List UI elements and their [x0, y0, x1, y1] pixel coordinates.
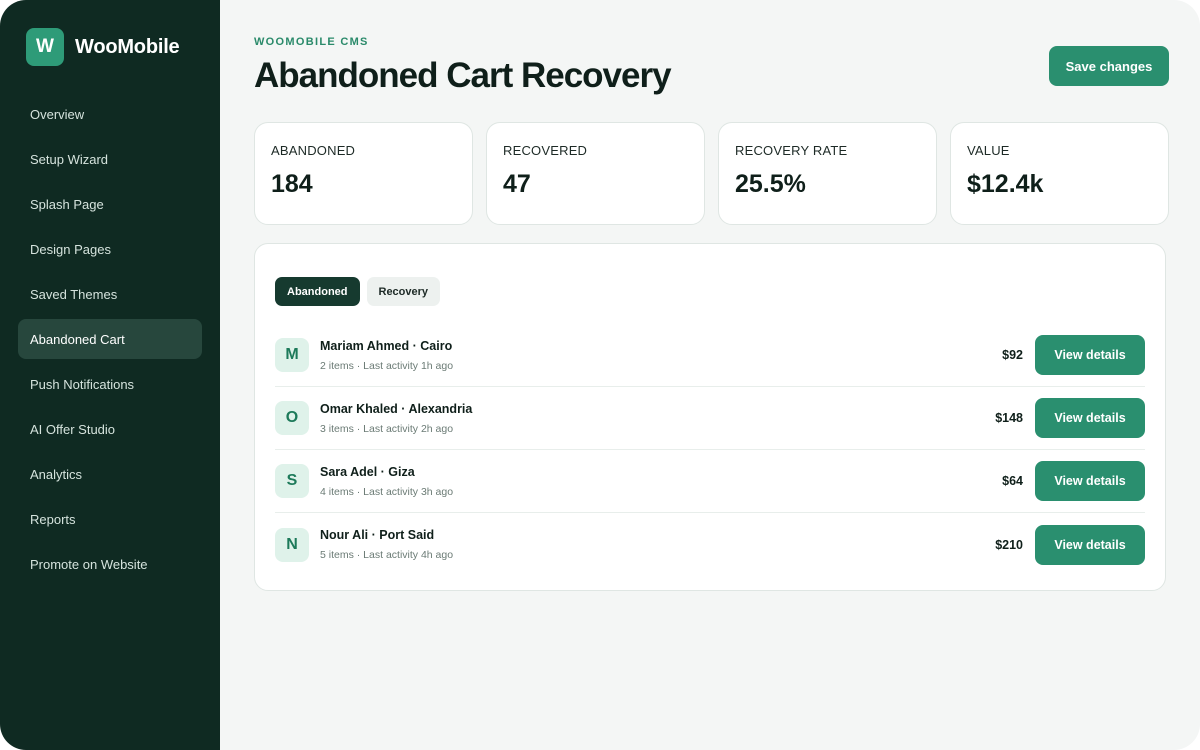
stat-label: RECOVERY RATE: [735, 143, 848, 158]
sidebar-item-splash-page[interactable]: Splash Page: [18, 184, 202, 224]
list-item: O Omar Khaled · Alexandria 3 items · Las…: [275, 387, 1145, 450]
sidebar-item-analytics[interactable]: Analytics: [18, 454, 202, 494]
stat-card-abandoned: ABANDONED 184: [254, 122, 473, 225]
cart-amount: $64: [1002, 474, 1023, 488]
customer-info: Omar Khaled · Alexandria 3 items · Last …: [320, 402, 995, 435]
stat-card-value: VALUE $12.4k: [950, 122, 1169, 225]
page-eyebrow: WOOMOBILE CMS: [254, 36, 369, 48]
stat-label: ABANDONED: [271, 143, 356, 158]
avatar: M: [275, 338, 309, 372]
avatar: O: [275, 401, 309, 435]
cart-meta: 4 items · Last activity 3h ago: [320, 485, 454, 498]
sidebar-item-promote-on-website[interactable]: Promote on Website: [18, 544, 202, 584]
view-details-button[interactable]: View details: [1035, 461, 1145, 501]
sidebar-nav: Overview Setup Wizard Splash Page Design…: [18, 94, 202, 584]
cart-meta: 2 items · Last activity 1h ago: [320, 359, 454, 372]
customer-name: Omar Khaled · Alexandria: [320, 401, 473, 416]
list-item: S Sara Adel · Giza 4 items · Last activi…: [275, 450, 1145, 513]
brand-name: WooMobile: [75, 35, 180, 58]
stat-card-recovered: RECOVERED 47: [486, 122, 705, 225]
sidebar-item-reports[interactable]: Reports: [18, 499, 202, 539]
avatar: S: [275, 464, 309, 498]
brand-logo: W: [26, 28, 64, 66]
cart-amount: $92: [1002, 348, 1023, 362]
sidebar-item-push-notifications[interactable]: Push Notifications: [18, 364, 202, 404]
tab-bar: Abandoned Recovery: [275, 277, 1145, 306]
app-window: W WooMobile Overview Setup Wizard Splash…: [0, 0, 1200, 750]
sidebar-item-design-pages[interactable]: Design Pages: [18, 229, 202, 269]
cart-amount: $148: [995, 411, 1023, 425]
view-details-button[interactable]: View details: [1035, 398, 1145, 438]
customer-name: Mariam Ahmed · Cairo: [320, 338, 453, 353]
sidebar-item-setup-wizard[interactable]: Setup Wizard: [18, 139, 202, 179]
customer-name: Nour Ali · Port Said: [320, 528, 435, 542]
list-item: N Nour Ali · Port Said 5 items · Last ac…: [275, 513, 1145, 576]
sidebar: W WooMobile Overview Setup Wizard Splash…: [0, 0, 220, 750]
cart-meta: 3 items · Last activity 2h ago: [320, 422, 454, 435]
stat-label: RECOVERED: [503, 143, 588, 158]
stat-value: 47: [503, 170, 531, 198]
customer-info: Nour Ali · Port Said 5 items · Last acti…: [320, 528, 995, 561]
stat-label: VALUE: [967, 143, 1010, 158]
page-header: WOOMOBILE CMS Abandoned Cart Recovery Sa…: [254, 36, 1169, 96]
tab-recovery[interactable]: Recovery: [366, 277, 441, 306]
avatar: N: [275, 527, 309, 562]
view-details-button[interactable]: View details: [1035, 524, 1145, 565]
tab-abandoned[interactable]: Abandoned: [275, 277, 360, 306]
stat-value: $12.4k: [967, 170, 1044, 198]
stats-row: ABANDONED 184 RECOVERED 47 RECOVERY RATE…: [254, 122, 1169, 225]
stat-value: 25.5%: [735, 170, 806, 198]
cart-meta: 5 items · Last activity 4h ago: [320, 549, 454, 561]
stat-card-recovery-rate: RECOVERY RATE 25.5%: [718, 122, 937, 225]
stat-value: 184: [271, 170, 313, 198]
carts-panel: Abandoned Recovery M Mariam Ahmed · Cair…: [254, 243, 1166, 591]
sidebar-item-ai-offer-studio[interactable]: AI Offer Studio: [18, 409, 202, 449]
customer-info: Mariam Ahmed · Cairo 2 items · Last acti…: [320, 339, 1002, 372]
page-title: Abandoned Cart Recovery: [254, 56, 672, 95]
cart-amount: $210: [995, 537, 1023, 552]
sidebar-item-saved-themes[interactable]: Saved Themes: [18, 274, 202, 314]
view-details-button[interactable]: View details: [1035, 335, 1145, 375]
main-content: WOOMOBILE CMS Abandoned Cart Recovery Sa…: [220, 0, 1200, 750]
save-button[interactable]: Save changes: [1049, 46, 1169, 86]
sidebar-item-overview[interactable]: Overview: [18, 94, 202, 134]
customer-info: Sara Adel · Giza 4 items · Last activity…: [320, 465, 1002, 498]
brand[interactable]: W WooMobile: [18, 28, 202, 66]
list-item: M Mariam Ahmed · Cairo 2 items · Last ac…: [275, 324, 1145, 387]
cart-list: M Mariam Ahmed · Cairo 2 items · Last ac…: [275, 324, 1145, 576]
customer-name: Sara Adel · Giza: [320, 464, 415, 479]
sidebar-item-abandoned-cart[interactable]: Abandoned Cart: [18, 319, 202, 359]
